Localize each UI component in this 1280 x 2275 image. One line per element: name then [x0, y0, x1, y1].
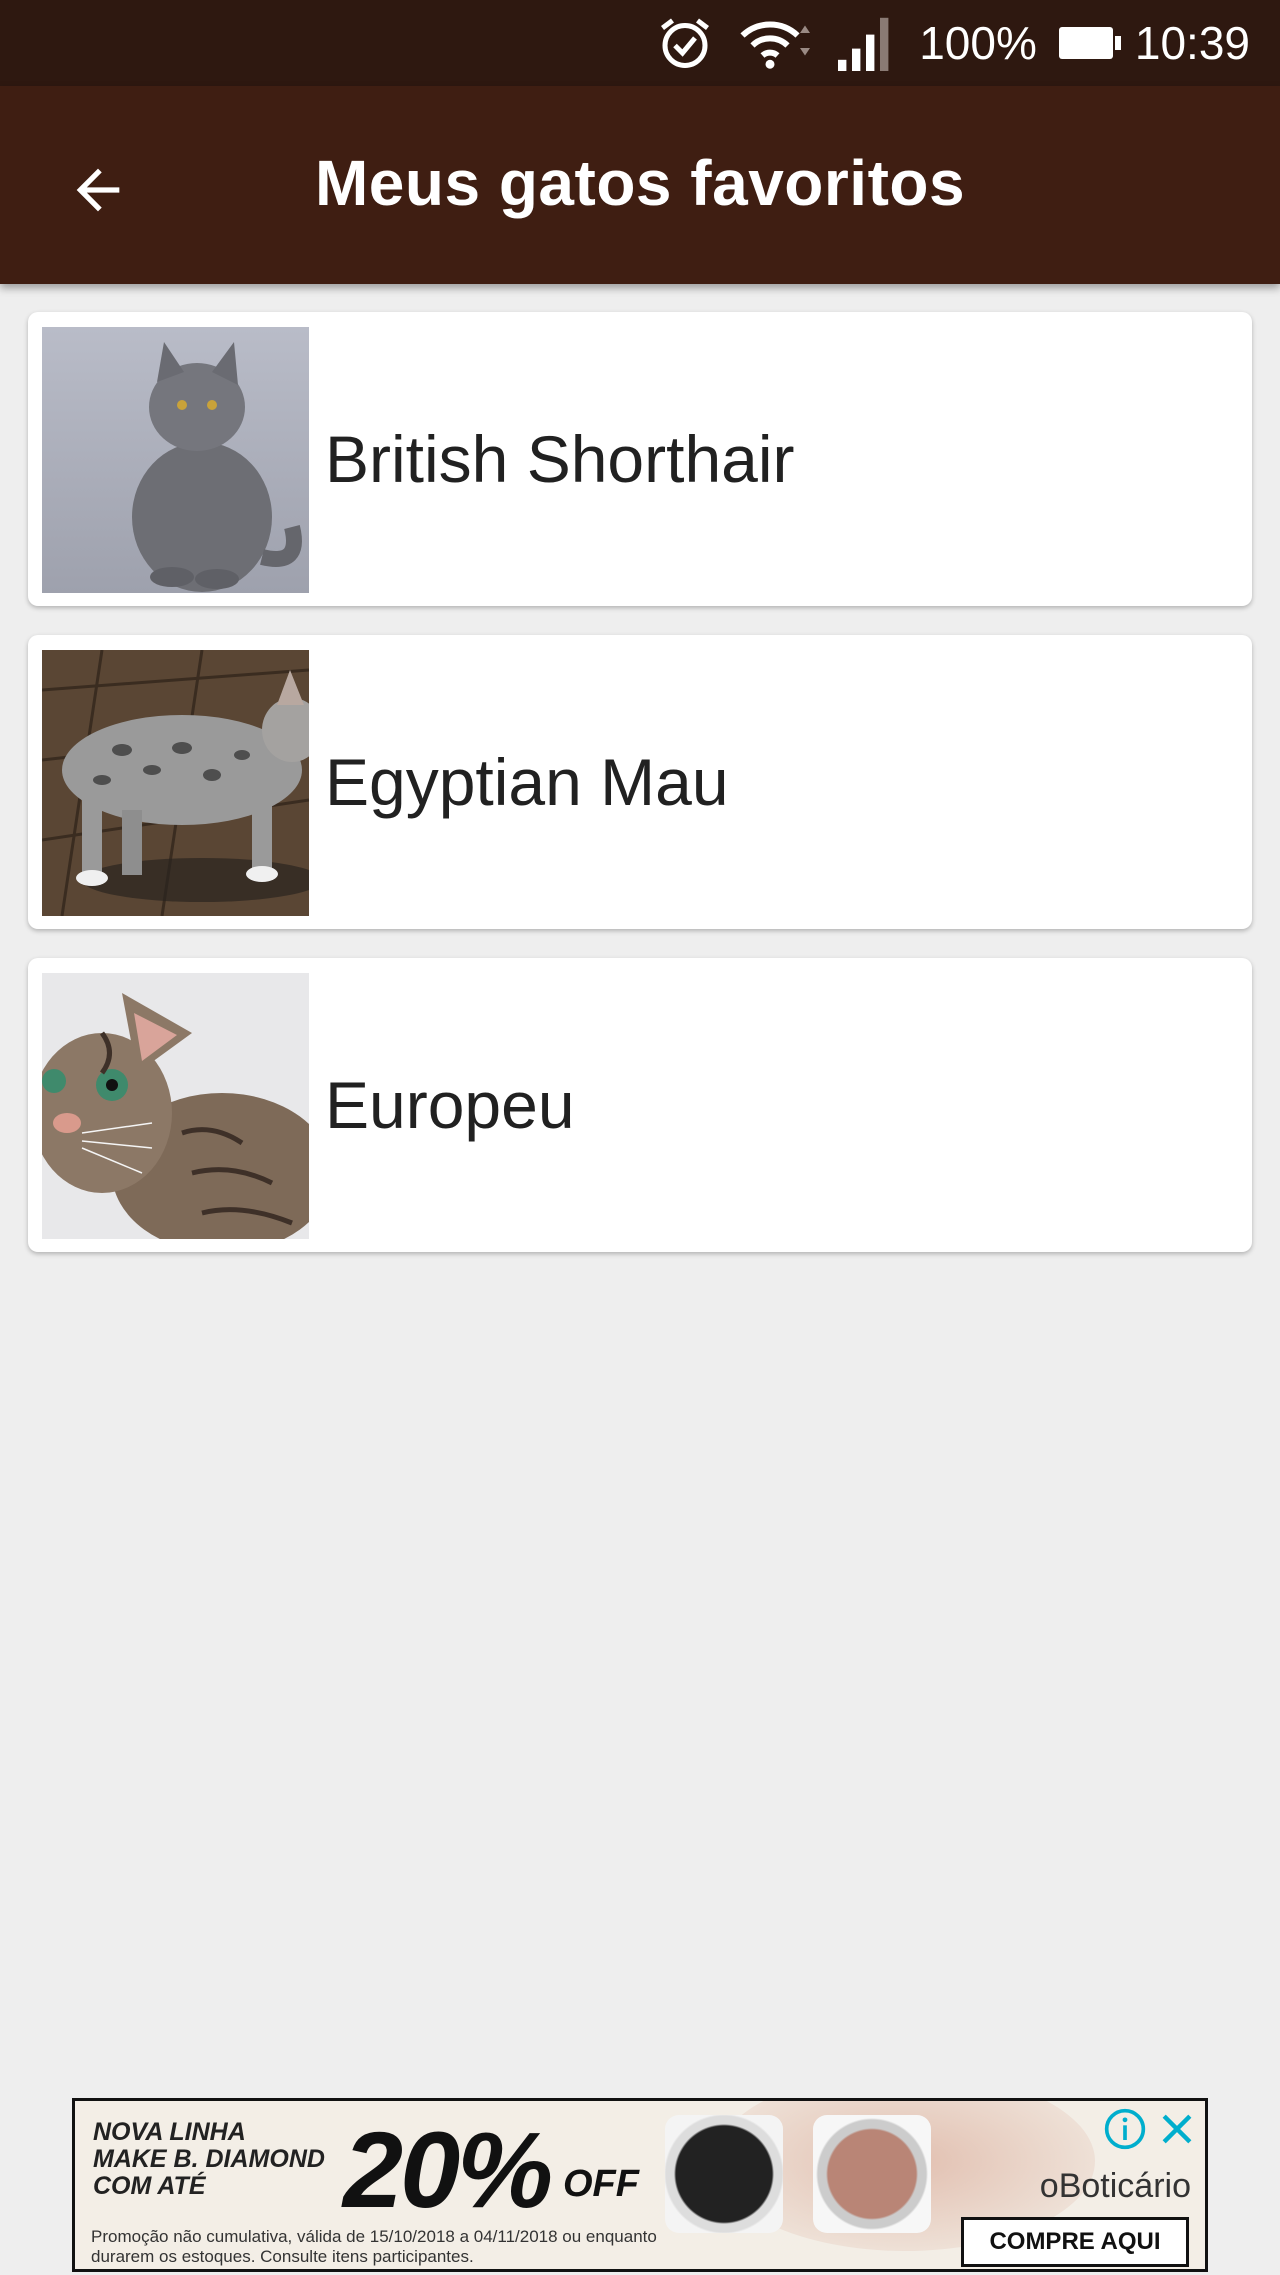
cat-image-egyptian-mau	[42, 650, 309, 916]
status-bar: 100% 10:39	[0, 0, 1280, 86]
wifi-icon	[737, 13, 813, 73]
cat-name: Egyptian Mau	[325, 745, 729, 819]
list-item-egyptian-mau[interactable]: Egyptian Mau	[28, 635, 1252, 929]
list-item-europeu[interactable]: Europeu	[28, 958, 1252, 1252]
ad-off-label: OFF	[563, 2163, 639, 2205]
cat-image-europeu	[42, 973, 309, 1239]
cat-image-british-shorthair	[42, 327, 309, 593]
battery-percent: 100%	[919, 17, 1037, 69]
list-item-british-shorthair[interactable]: British Shorthair	[28, 312, 1252, 606]
alarm-icon	[655, 13, 715, 73]
ad-product-image	[665, 2115, 783, 2233]
ad-banner[interactable]: NOVA LINHA MAKE B. DIAMOND COM ATÉ 20% O…	[72, 2098, 1208, 2272]
ad-discount: 20%	[343, 2109, 553, 2230]
ad-promo-text: NOVA LINHA MAKE B. DIAMOND COM ATÉ	[93, 2118, 325, 2200]
ad-brand-logo: oBoticário	[1039, 2167, 1191, 2205]
cat-list: British Shorthair Egyptian Mau Europeu	[28, 312, 1252, 1281]
signal-icon	[835, 15, 897, 71]
close-icon[interactable]	[1155, 2107, 1199, 2151]
battery-icon	[1058, 27, 1121, 59]
info-icon[interactable]	[1103, 2107, 1147, 2151]
cat-name: British Shorthair	[325, 422, 795, 496]
ad-fine-print: Promoção não cumulativa, válida de 15/10…	[91, 2227, 657, 2266]
clock: 10:39	[1134, 17, 1250, 69]
ad-cta-button[interactable]: COMPRE AQUI	[961, 2217, 1189, 2267]
cat-name: Europeu	[325, 1068, 575, 1142]
page-title: Meus gatos favoritos	[314, 147, 966, 219]
ad-product-image	[813, 2115, 931, 2233]
app-bar: Meus gatos favoritos	[0, 86, 1280, 284]
